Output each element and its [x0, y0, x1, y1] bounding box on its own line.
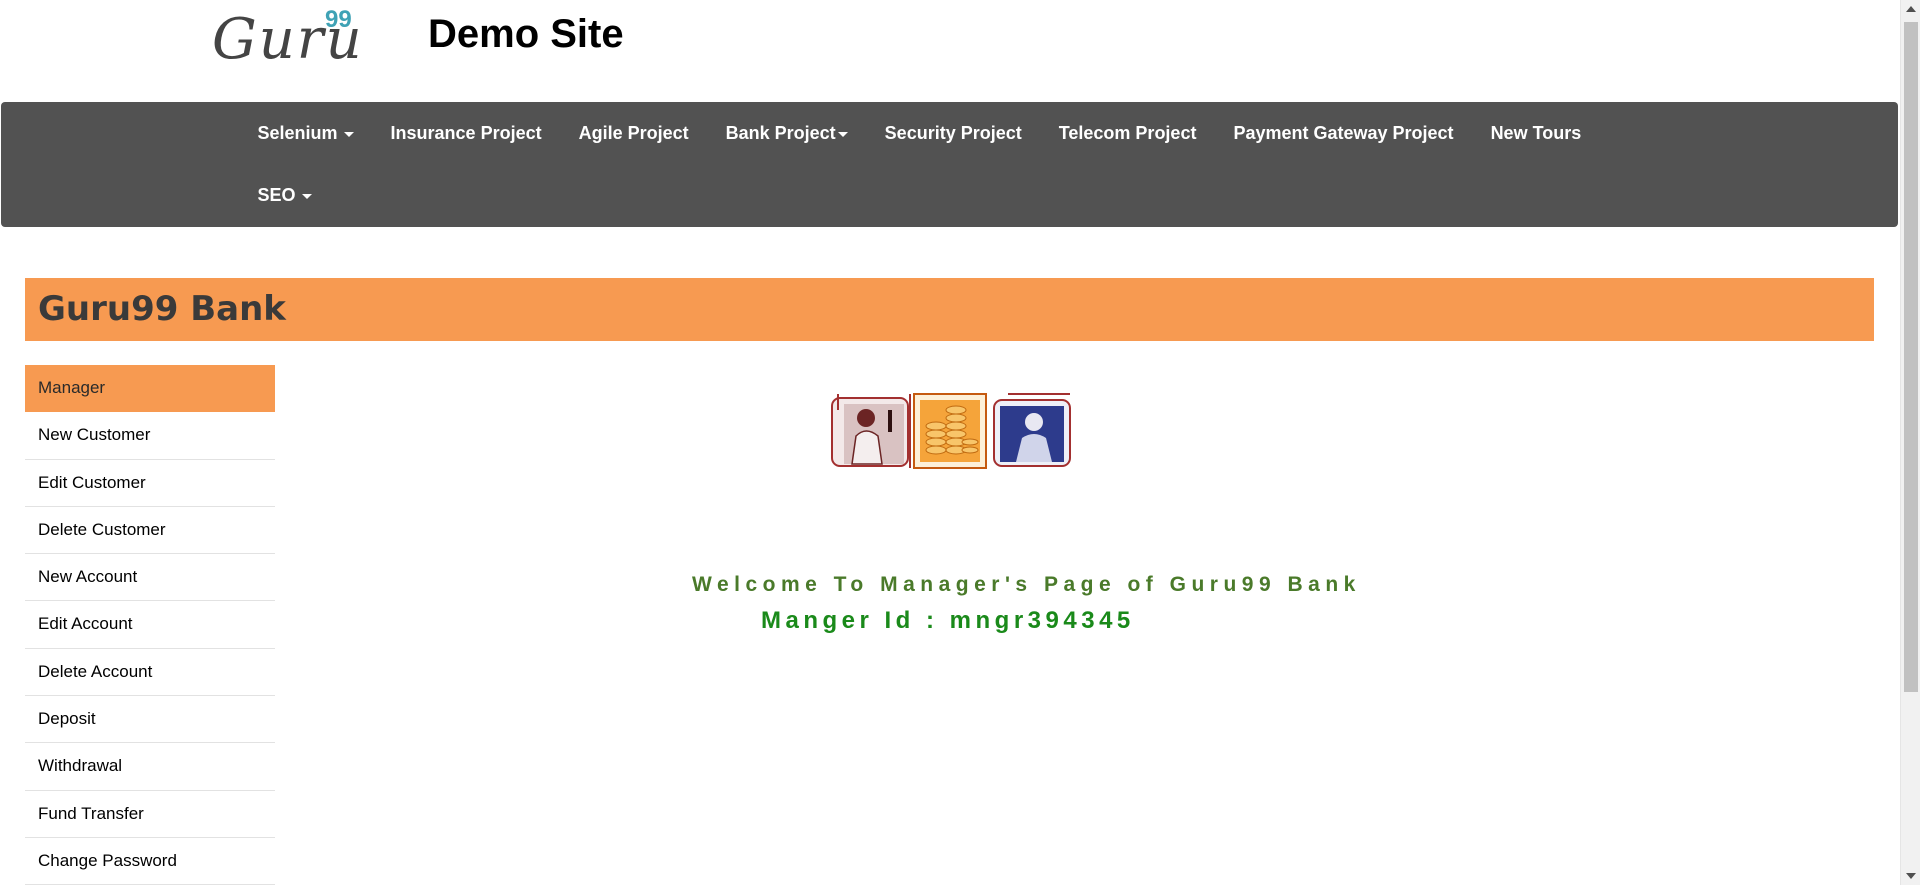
nav-item-label: Insurance Project — [390, 123, 542, 143]
sidebar-item-change-password[interactable]: Change Password — [25, 838, 275, 885]
nav-item-label: SEO — [257, 185, 296, 205]
nav-item-insurance-project[interactable]: Insurance Project — [372, 102, 560, 164]
sidebar-item-edit-account[interactable]: Edit Account — [25, 601, 275, 649]
nav-item-new-tours[interactable]: New Tours — [1472, 102, 1600, 164]
bank-header-bar: Guru99 Bank — [25, 278, 1874, 341]
site-title: Demo Site — [428, 12, 624, 56]
logo-superscript: 99 — [325, 6, 352, 33]
banner-panel-businessman — [831, 394, 909, 467]
bank-title: Guru99 Bank — [38, 289, 286, 329]
scrollbar-thumb[interactable] — [1904, 22, 1918, 692]
nav-row-2: SEO — [239, 164, 330, 226]
guru99-logo[interactable]: Guru 99 — [212, 4, 362, 70]
nav-item-seo[interactable]: SEO — [239, 164, 330, 226]
nav-item-label: Payment Gateway Project — [1233, 123, 1454, 143]
nav-item-label: Bank Project — [725, 123, 836, 143]
sidebar-menu: Manager New Customer Edit Customer Delet… — [25, 365, 275, 885]
sidebar-item-delete-account[interactable]: Delete Account — [25, 649, 275, 697]
sidebar-item-delete-customer[interactable]: Delete Customer — [25, 507, 275, 555]
banner-panel-coins — [909, 393, 987, 469]
caret-down-icon — [343, 131, 354, 137]
sidebar-item-deposit[interactable]: Deposit — [25, 696, 275, 744]
nav-item-bank-project[interactable]: Bank Project — [707, 102, 866, 164]
caret-down-icon — [301, 193, 312, 199]
bank-banner-image — [831, 393, 1071, 469]
nav-item-telecom-project[interactable]: Telecom Project — [1040, 102, 1215, 164]
nav-item-label: Telecom Project — [1058, 123, 1197, 143]
caret-down-icon — [837, 131, 848, 137]
scroll-up-arrow-icon[interactable] — [1906, 6, 1916, 12]
nav-item-label: Agile Project — [578, 123, 689, 143]
banner-panel-businesswoman — [993, 393, 1071, 467]
nav-item-agile-project[interactable]: Agile Project — [560, 102, 707, 164]
sidebar-item-manager[interactable]: Manager — [25, 365, 275, 413]
nav-item-security-project[interactable]: Security Project — [866, 102, 1040, 164]
sidebar-item-withdrawal[interactable]: Withdrawal — [25, 743, 275, 791]
nav-item-label: New Tours — [1490, 123, 1582, 143]
nav-item-selenium[interactable]: Selenium — [239, 102, 372, 164]
nav-item-label: Selenium — [257, 123, 338, 143]
nav-item-payment-gateway-project[interactable]: Payment Gateway Project — [1215, 102, 1472, 164]
nav-item-label: Security Project — [884, 123, 1022, 143]
sidebar-item-new-customer[interactable]: New Customer — [25, 412, 275, 460]
top-navbar: Selenium Insurance Project Agile Project… — [1, 102, 1898, 227]
welcome-message: Welcome To Manager's Page of Guru99 Bank — [692, 573, 1361, 596]
manager-id-text: Manger Id : mngr394345 — [761, 607, 1135, 634]
sidebar-item-new-account[interactable]: New Account — [25, 554, 275, 602]
scroll-down-arrow-icon[interactable] — [1906, 873, 1916, 879]
sidebar-item-fund-transfer[interactable]: Fund Transfer — [25, 791, 275, 838]
vertical-scrollbar[interactable] — [1900, 0, 1920, 885]
sidebar-item-edit-customer[interactable]: Edit Customer — [25, 460, 275, 507]
nav-row-1: Selenium Insurance Project Agile Project… — [239, 102, 1600, 164]
